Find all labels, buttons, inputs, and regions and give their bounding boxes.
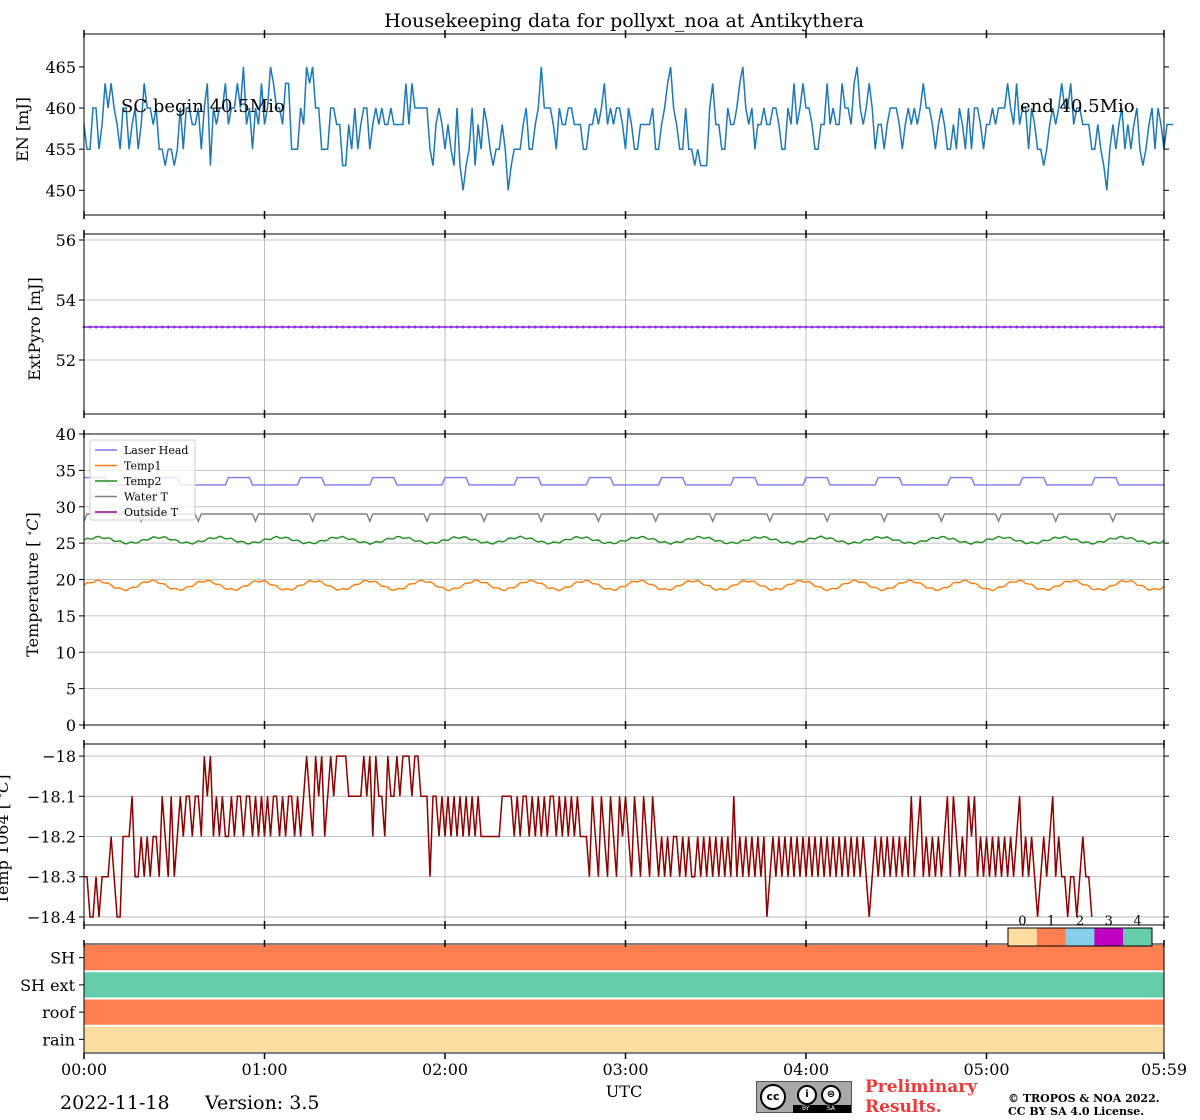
colorbar-swatch bbox=[1094, 928, 1124, 946]
extpyro-ylabel: ExtPyro [mJ] bbox=[25, 277, 44, 380]
x-tick-label: 00:00 bbox=[61, 1060, 107, 1079]
colorbar-tick-label: 0 bbox=[1018, 914, 1026, 929]
temperature-ytick-label: 10 bbox=[56, 643, 76, 662]
cc-symbol: cc bbox=[760, 1084, 786, 1110]
x-axis-label: UTC bbox=[606, 1082, 642, 1101]
copyright-line1: © TROPOS & NOA 2022. bbox=[1008, 1092, 1160, 1105]
temperature-ytick-label: 0 bbox=[66, 716, 76, 735]
preliminary-results-note: Preliminary Results. bbox=[865, 1077, 977, 1117]
copyright-line2: CC BY SA 4.0 License. bbox=[1008, 1105, 1145, 1118]
sa-symbol: ⊜ bbox=[821, 1085, 841, 1105]
date-label: 2022-11-18 bbox=[60, 1092, 170, 1114]
extpyro-ytick-label: 56 bbox=[56, 231, 76, 250]
extpyro-ytick-label: 54 bbox=[56, 291, 76, 310]
colorbar-swatch bbox=[1123, 928, 1152, 946]
temp1064-ytick-label: −18.2 bbox=[27, 828, 76, 847]
temp1064-ylabel: Temp 1064 [ ∘C] bbox=[0, 775, 12, 905]
temperature-ytick-label: 20 bbox=[56, 571, 76, 590]
status-row-label: roof bbox=[42, 1003, 76, 1022]
colorbar-tick-label: 1 bbox=[1047, 914, 1055, 929]
status-row-sh bbox=[84, 945, 1164, 971]
energy-ytick-label: 460 bbox=[45, 99, 76, 118]
legend-label: Outside T bbox=[124, 506, 179, 519]
temperature-ylabel: Temperature [ ∘C] bbox=[23, 512, 42, 657]
sc-end-annotation: end 40.5Mio bbox=[1020, 96, 1135, 117]
preliminary-line1: Preliminary bbox=[865, 1077, 978, 1097]
status-row-label: rain bbox=[42, 1030, 75, 1049]
preliminary-line2: Results. bbox=[865, 1097, 942, 1117]
extpyro-ytick-label: 52 bbox=[56, 351, 76, 370]
figure-title: Housekeeping data for pollyxt_noa at Ant… bbox=[384, 10, 864, 32]
temp1064-frame bbox=[83, 743, 1165, 926]
version-label: Version: 3.5 bbox=[205, 1092, 320, 1114]
temperature-ytick-label: 15 bbox=[56, 607, 76, 626]
series-water-t bbox=[83, 513, 1164, 524]
status-row-roof bbox=[84, 999, 1164, 1025]
colorbar-swatch bbox=[1036, 928, 1066, 946]
by-symbol: i bbox=[797, 1085, 817, 1105]
legend-label: Water T bbox=[124, 491, 169, 504]
colorbar-tick-label: 3 bbox=[1105, 914, 1113, 929]
axes: 450 455 460 465 EN [mJ] 52 54 56 ExtPyro [mJ] 0 5 1… bbox=[0, 30, 1187, 1079]
temperature-ytick-label: 5 bbox=[66, 680, 76, 699]
status-row-label: SH bbox=[50, 949, 75, 968]
series-temp1 bbox=[83, 579, 1165, 592]
energy-line bbox=[83, 66, 1173, 191]
legend-label: Temp1 bbox=[124, 460, 161, 473]
extpyro-frame bbox=[83, 233, 1165, 415]
colorbar-tick-label: 2 bbox=[1076, 914, 1084, 929]
by-label: BY bbox=[802, 1105, 810, 1112]
sc-begin-annotation: SC begin 40.5Mio bbox=[121, 96, 285, 117]
colorbar-swatch bbox=[1008, 928, 1037, 946]
energy-ytick-label: 465 bbox=[45, 58, 76, 77]
temperature-ytick-label: 25 bbox=[56, 534, 76, 553]
status-row-label: SH ext bbox=[20, 976, 75, 995]
temperature-ytick-label: 35 bbox=[56, 461, 76, 480]
temp1064-ytick-label: −18 bbox=[42, 747, 76, 766]
sa-label: SA bbox=[827, 1105, 836, 1112]
legend-label: Temp2 bbox=[124, 475, 161, 488]
temp1064-ytick-label: −18.3 bbox=[27, 868, 76, 887]
x-tick-label: 03:00 bbox=[602, 1060, 648, 1079]
status-row-rain bbox=[84, 1026, 1164, 1052]
temperature-ytick-label: 40 bbox=[56, 425, 76, 444]
cc-license-icon: cc i ⊜ BY SA bbox=[756, 1081, 852, 1113]
temp1064-ytick-label: −18.1 bbox=[27, 787, 76, 806]
x-tick-label: 02:00 bbox=[422, 1060, 468, 1079]
temperature-ytick-label: 30 bbox=[56, 498, 76, 517]
x-tick-label: 04:00 bbox=[783, 1060, 829, 1079]
energy-ylabel: EN [mJ] bbox=[13, 97, 32, 162]
status-row-sh-ext bbox=[84, 972, 1164, 998]
colorbar-tick-label: 4 bbox=[1133, 914, 1141, 929]
series-laser-head bbox=[84, 476, 1164, 486]
energy-ytick-label: 450 bbox=[45, 181, 76, 200]
colorbar-swatch bbox=[1065, 928, 1095, 946]
energy-ytick-label: 455 bbox=[45, 140, 76, 159]
x-tick-label: 01:00 bbox=[241, 1060, 287, 1079]
housekeeping-figure: Housekeeping data for pollyxt_noa at Ant… bbox=[0, 10, 1187, 1101]
copyright-note: © TROPOS & NOA 2022. CC BY SA 4.0 Licens… bbox=[1008, 1092, 1160, 1118]
legend-label: Laser Head bbox=[124, 444, 188, 457]
x-tick-label: 05:59 bbox=[1141, 1060, 1187, 1079]
temp1064-ytick-label: −18.4 bbox=[27, 908, 76, 927]
